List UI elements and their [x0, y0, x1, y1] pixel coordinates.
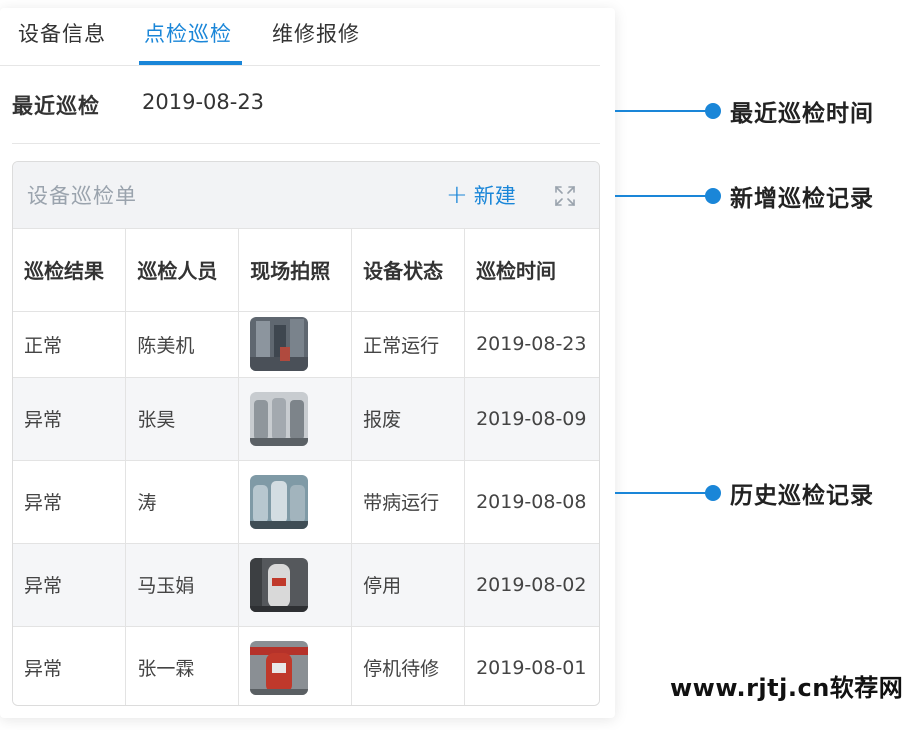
cell-status: 正常运行	[351, 311, 466, 378]
table-row[interactable]: 异常 张昊 报废 2019-08-09	[13, 377, 599, 461]
cell-photo[interactable]	[238, 377, 353, 461]
annotation-dot	[705, 103, 721, 119]
table-row[interactable]: 异常 张一霖 停机待修 2019-08-01	[13, 626, 599, 705]
active-tab-indicator	[139, 61, 242, 65]
annotation-line	[615, 195, 707, 197]
cell-photo[interactable]	[238, 311, 353, 378]
cell-result: 正常	[13, 311, 127, 378]
annotation-text: 最近巡检时间	[730, 101, 874, 127]
annotation-text: 历史巡检记录	[730, 483, 874, 509]
cell-time: 2019-08-08	[464, 460, 599, 544]
site-photo[interactable]	[250, 317, 309, 371]
latest-inspection-value: 2019-08-23	[142, 90, 265, 114]
cell-status: 带病运行	[351, 460, 466, 544]
cell-result: 异常	[13, 460, 127, 544]
tab-repair[interactable]: 维修报修	[272, 18, 360, 48]
latest-inspection-row: 最近巡检 2019-08-23	[12, 66, 600, 144]
tab-bar: 设备信息 点检巡检 维修报修	[0, 8, 600, 66]
cell-time: 2019-08-23	[464, 311, 599, 378]
expand-icon[interactable]	[553, 184, 577, 208]
add-record-label: 新建	[473, 184, 516, 208]
cell-photo[interactable]	[238, 460, 353, 544]
card-header: 设备巡检单 + 新建	[13, 162, 599, 229]
device-panel: 设备信息 点检巡检 维修报修 最近巡检 2019-08-23 设备巡检单 + 新…	[0, 8, 615, 718]
site-photo[interactable]	[250, 557, 309, 612]
cell-status: 停机待修	[351, 626, 466, 705]
table-row[interactable]: 正常 陈美机 正常运行 2019-08-23	[13, 311, 599, 378]
add-record-button[interactable]: + 新建	[446, 180, 516, 210]
cell-person: 陈美机	[125, 311, 240, 378]
cell-result: 异常	[13, 543, 127, 627]
table-row[interactable]: 异常 涛 带病运行 2019-08-08	[13, 460, 599, 544]
annotation-dot	[705, 485, 721, 501]
cell-photo[interactable]	[238, 543, 353, 627]
cell-status: 报废	[351, 377, 466, 461]
cell-result: 异常	[13, 377, 127, 461]
inspection-card: 设备巡检单 + 新建 巡检结果 巡检人员 现场拍照 设备状态 巡检时间 正常 陈…	[12, 161, 600, 706]
latest-inspection-label: 最近巡检	[12, 94, 100, 118]
header-person: 巡检人员	[125, 229, 240, 312]
header-time: 巡检时间	[464, 229, 599, 312]
inspection-table: 巡检结果 巡检人员 现场拍照 设备状态 巡检时间 正常 陈美机 正常运行 201…	[13, 229, 599, 705]
site-photo[interactable]	[250, 391, 309, 446]
annotation-line	[615, 110, 707, 112]
header-status: 设备状态	[351, 229, 466, 312]
header-result: 巡检结果	[13, 229, 127, 312]
annotation-text: 新增巡检记录	[730, 186, 874, 212]
table-header-row: 巡检结果 巡检人员 现场拍照 设备状态 巡检时间	[13, 229, 599, 312]
cell-time: 2019-08-02	[464, 543, 599, 627]
plus-icon: +	[446, 180, 468, 210]
cell-time: 2019-08-01	[464, 626, 599, 705]
cell-result: 异常	[13, 626, 127, 705]
table-row[interactable]: 异常 马玉娟 停用 2019-08-02	[13, 543, 599, 627]
cell-status: 停用	[351, 543, 466, 627]
tab-inspection[interactable]: 点检巡检	[144, 18, 232, 48]
card-title: 设备巡检单	[27, 184, 137, 208]
watermark: www.rjtj.cn软荐网	[670, 674, 904, 702]
stage: 设备信息 点检巡检 维修报修 最近巡检 2019-08-23 设备巡检单 + 新…	[0, 0, 907, 730]
site-photo[interactable]	[250, 474, 309, 529]
cell-person: 张昊	[125, 377, 240, 461]
cell-person: 张一霖	[125, 626, 240, 705]
annotation-line	[615, 492, 707, 494]
header-photo: 现场拍照	[238, 229, 353, 312]
annotation-dot	[705, 188, 721, 204]
site-photo[interactable]	[250, 640, 309, 695]
cell-person: 涛	[125, 460, 240, 544]
cell-photo[interactable]	[238, 626, 353, 705]
cell-time: 2019-08-09	[464, 377, 599, 461]
tab-device-info[interactable]: 设备信息	[18, 18, 106, 48]
cell-person: 马玉娟	[125, 543, 240, 627]
